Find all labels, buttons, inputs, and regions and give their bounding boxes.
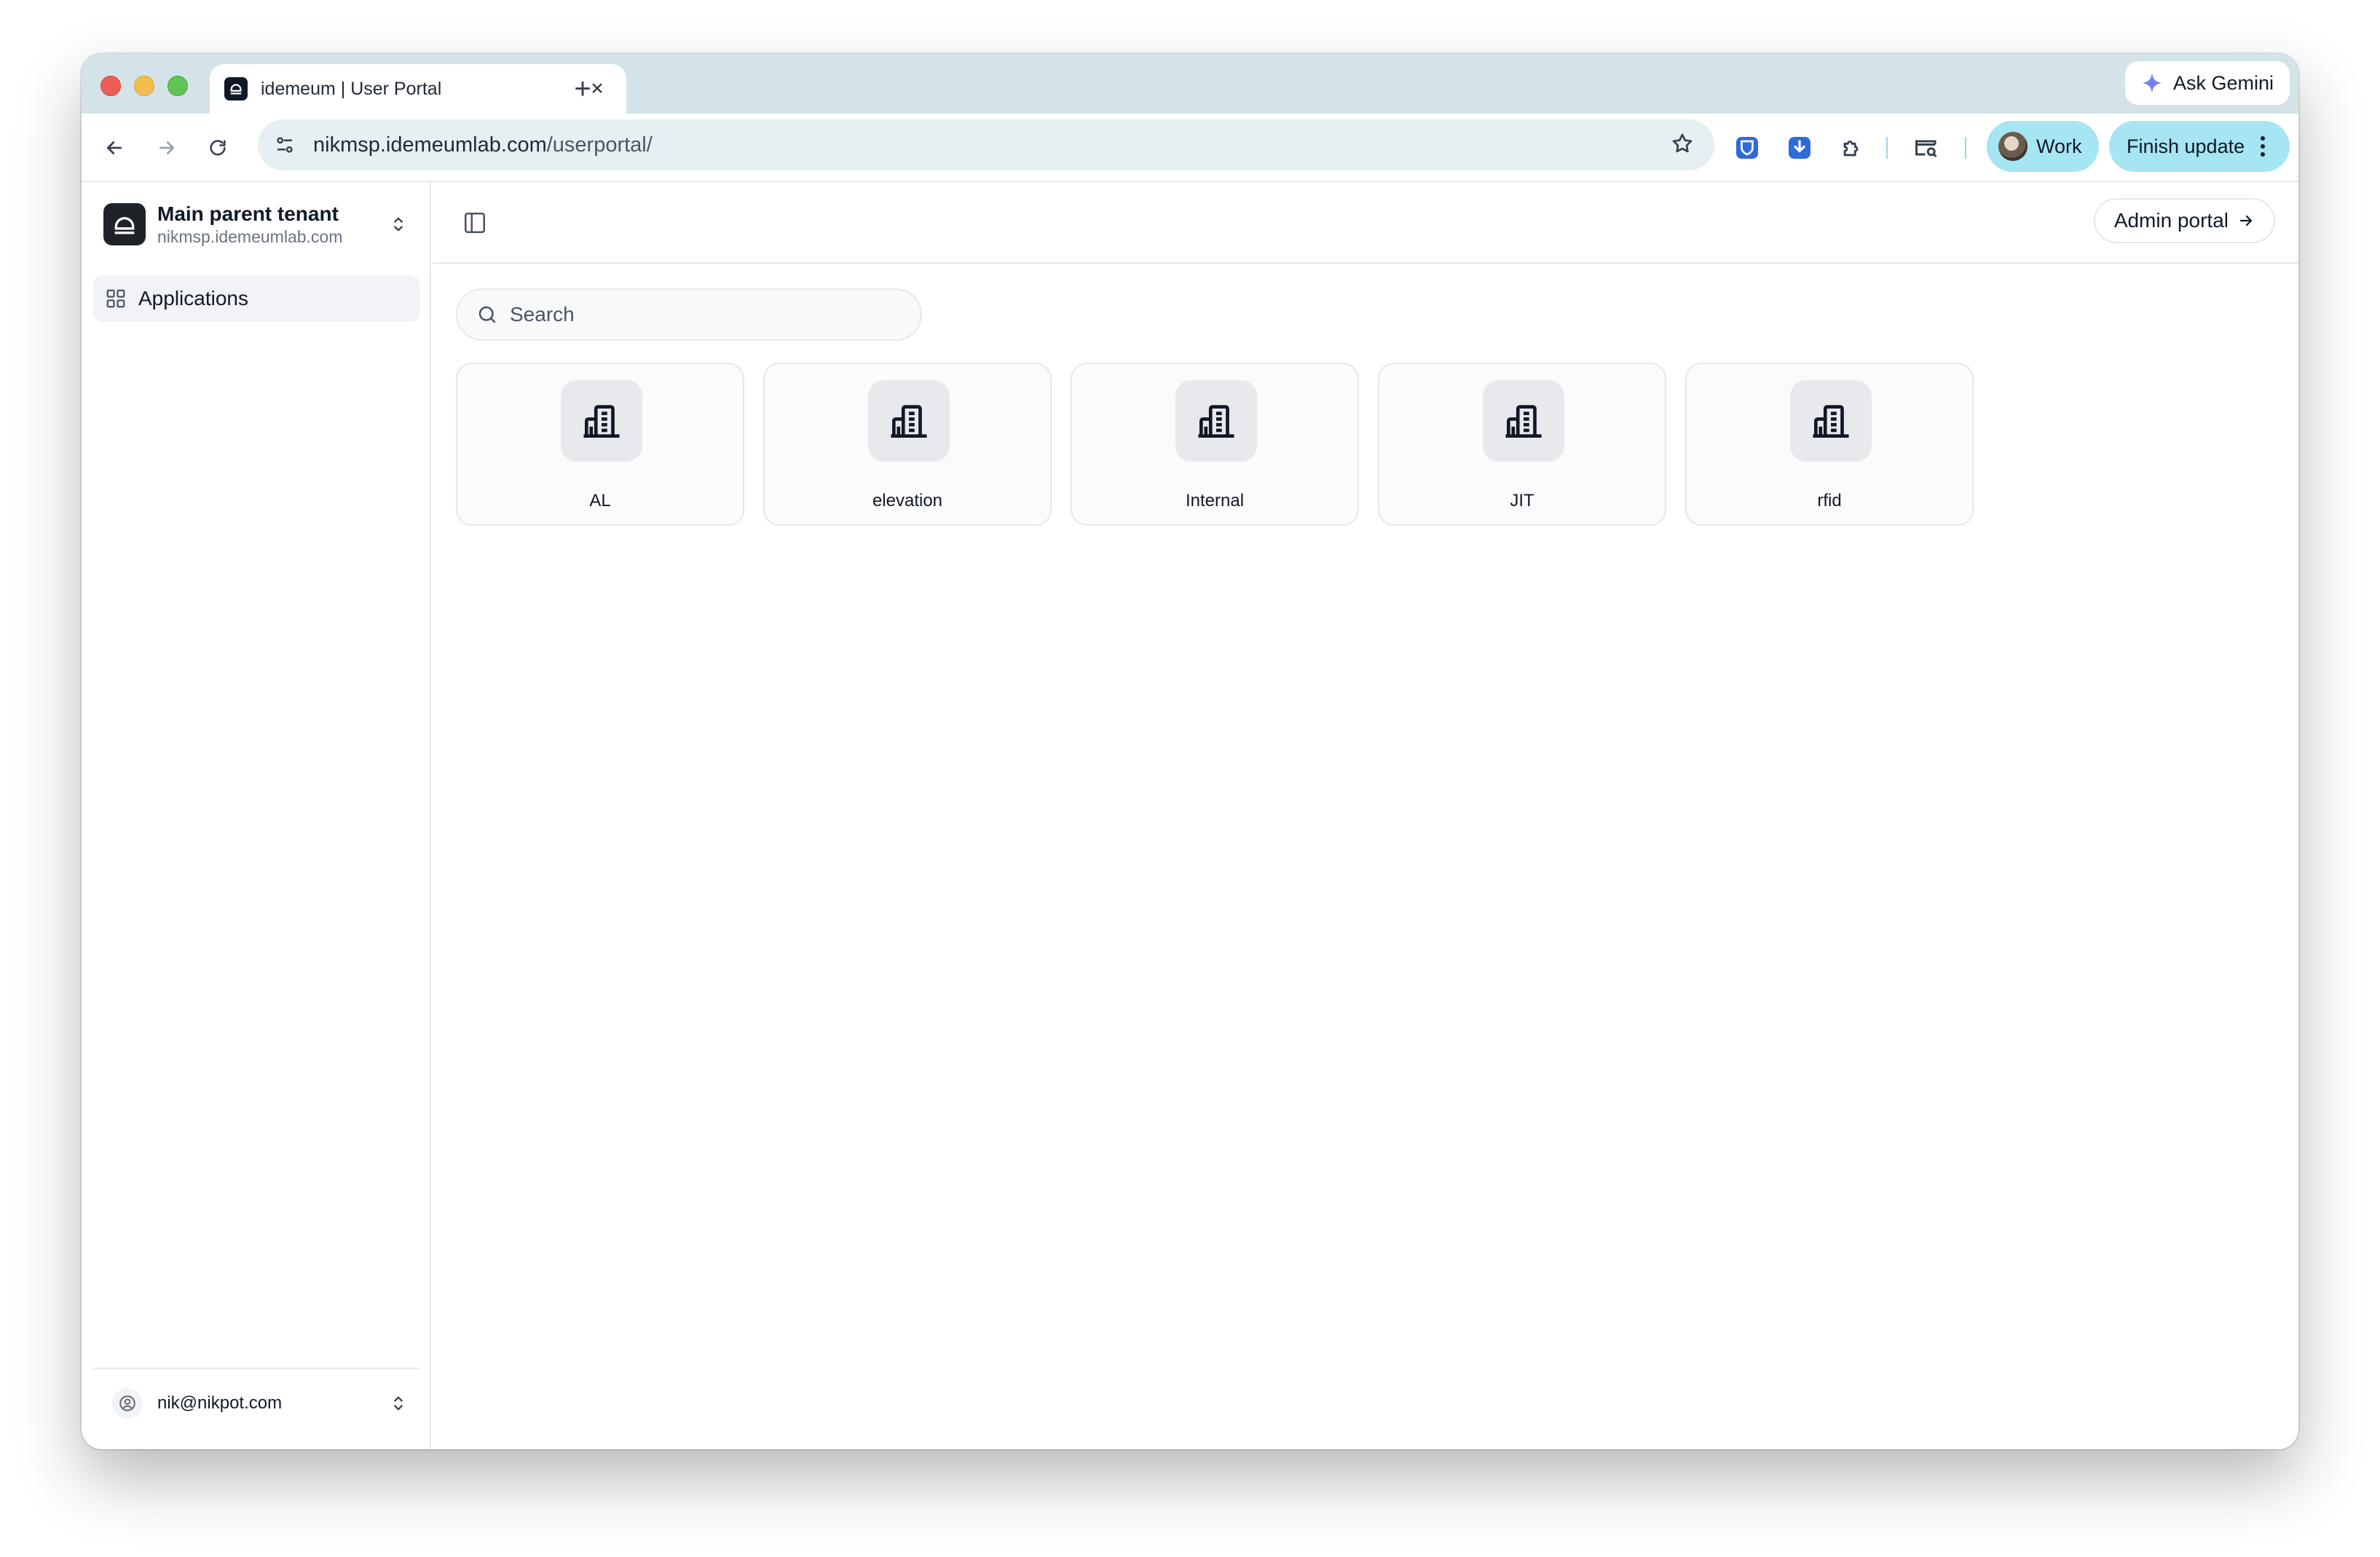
- url-text[interactable]: nikmsp.idemeumlab.com/userportal/: [313, 133, 1671, 157]
- chevrons-up-down-icon: [387, 1393, 409, 1414]
- profile-label: Work: [2036, 135, 2082, 157]
- tenant-switcher[interactable]: Main parent tenant nikmsp.idemeumlab.com: [103, 201, 409, 248]
- admin-portal-label: Admin portal: [2113, 209, 2229, 232]
- tab-strip: idemeum | User Portal × + Ask Gemini: [82, 54, 2298, 114]
- toggle-sidebar-button[interactable]: [460, 208, 489, 237]
- sidebar-item-label: Applications: [138, 287, 248, 310]
- extensions-button[interactable]: [1835, 131, 1869, 165]
- user-menu[interactable]: nik@nikpot.com: [93, 1368, 419, 1438]
- app-card-label: rfid: [1817, 491, 1842, 511]
- address-bar[interactable]: nikmsp.idemeumlab.com/userportal/: [258, 119, 1714, 170]
- arrow-right-icon: [2239, 215, 2253, 226]
- gemini-sparkle-icon: [2142, 73, 2162, 93]
- panel-left-icon: [464, 212, 486, 234]
- ask-gemini-label: Ask Gemini: [2172, 71, 2274, 94]
- bitwarden-extension-button[interactable]: [1730, 131, 1764, 165]
- building-icon: [1175, 380, 1257, 462]
- arrow-right-icon: [159, 141, 175, 154]
- url-path: /userportal/: [546, 133, 653, 157]
- toolbar-separator-2: [1965, 137, 1966, 159]
- chevrons-up-down-icon: [387, 214, 409, 234]
- main-content: AL elevation Internal JIT: [433, 265, 2298, 1449]
- search-box[interactable]: [456, 288, 922, 341]
- close-window-button[interactable]: [101, 76, 121, 96]
- reload-icon: [210, 140, 226, 156]
- browser-window: idemeum | User Portal × + Ask Gemini nik: [82, 54, 2298, 1449]
- profile-avatar: [1998, 132, 2028, 161]
- app-card-elevation[interactable]: elevation: [763, 363, 1052, 526]
- app-card-label: AL: [589, 491, 611, 511]
- toolbar-separator: [1886, 137, 1888, 159]
- maximize-window-button[interactable]: [168, 76, 188, 96]
- app-card-al[interactable]: AL: [456, 363, 744, 526]
- tab-search-icon: [1915, 140, 1937, 158]
- tab-search-button[interactable]: [1910, 131, 1943, 165]
- user-circle-icon: [112, 1388, 143, 1419]
- forward-button[interactable]: [150, 131, 184, 165]
- tenant-domain: nikmsp.idemeumlab.com: [157, 227, 343, 246]
- search-input[interactable]: [510, 303, 921, 326]
- applications-grid: AL elevation Internal JIT rfid: [456, 363, 1974, 526]
- back-button[interactable]: [98, 131, 131, 165]
- more-vertical-icon[interactable]: [2261, 136, 2266, 157]
- content-header: Admin portal: [433, 182, 2298, 264]
- site-settings-icon[interactable]: [271, 131, 299, 159]
- bookmark-star-icon[interactable]: [1671, 132, 1694, 159]
- user-email: nik@nikpot.com: [157, 1393, 283, 1413]
- puzzle-icon: [1843, 141, 1859, 157]
- app-card-label: Internal: [1185, 491, 1245, 511]
- app-card-rfid[interactable]: rfid: [1685, 363, 1974, 526]
- minimize-window-button[interactable]: [134, 76, 154, 96]
- browser-toolbar: nikmsp.idemeumlab.com/userportal/ Work F…: [82, 114, 2298, 182]
- app-card-label: elevation: [872, 491, 943, 511]
- sidebar-item-applications[interactable]: Applications: [93, 275, 419, 322]
- sidebar: Main parent tenant nikmsp.idemeumlab.com…: [82, 182, 431, 1449]
- building-icon: [1483, 380, 1564, 462]
- download-extension-icon: [1789, 137, 1810, 159]
- new-tab-button[interactable]: +: [562, 70, 603, 108]
- building-icon: [868, 380, 950, 462]
- finish-update-label: Finish update: [2127, 135, 2245, 157]
- profile-chip[interactable]: Work: [1987, 121, 2099, 172]
- grid-icon: [106, 289, 125, 308]
- shield-extension-icon: [1736, 137, 1758, 159]
- tab-title: idemeum | User Portal: [261, 78, 442, 99]
- app-card-label: JIT: [1510, 491, 1534, 511]
- tenant-logo-icon: [103, 203, 146, 245]
- ask-gemini-button[interactable]: Ask Gemini: [2124, 61, 2290, 105]
- search-icon: [478, 306, 496, 323]
- admin-portal-button[interactable]: Admin portal: [2093, 198, 2275, 243]
- download-extension-button[interactable]: [1783, 131, 1816, 165]
- app-card-jit[interactable]: JIT: [1378, 363, 1666, 526]
- idemeum-favicon-icon: [224, 77, 248, 100]
- building-icon: [561, 380, 642, 462]
- finish-update-button[interactable]: Finish update: [2109, 121, 2290, 172]
- tenant-name: Main parent tenant: [157, 202, 339, 225]
- arrow-left-icon: [106, 141, 122, 154]
- url-host: nikmsp.idemeumlab.com: [313, 133, 547, 157]
- reload-button[interactable]: [201, 131, 235, 165]
- app-card-internal[interactable]: Internal: [1071, 363, 1359, 526]
- building-icon: [1790, 380, 1872, 462]
